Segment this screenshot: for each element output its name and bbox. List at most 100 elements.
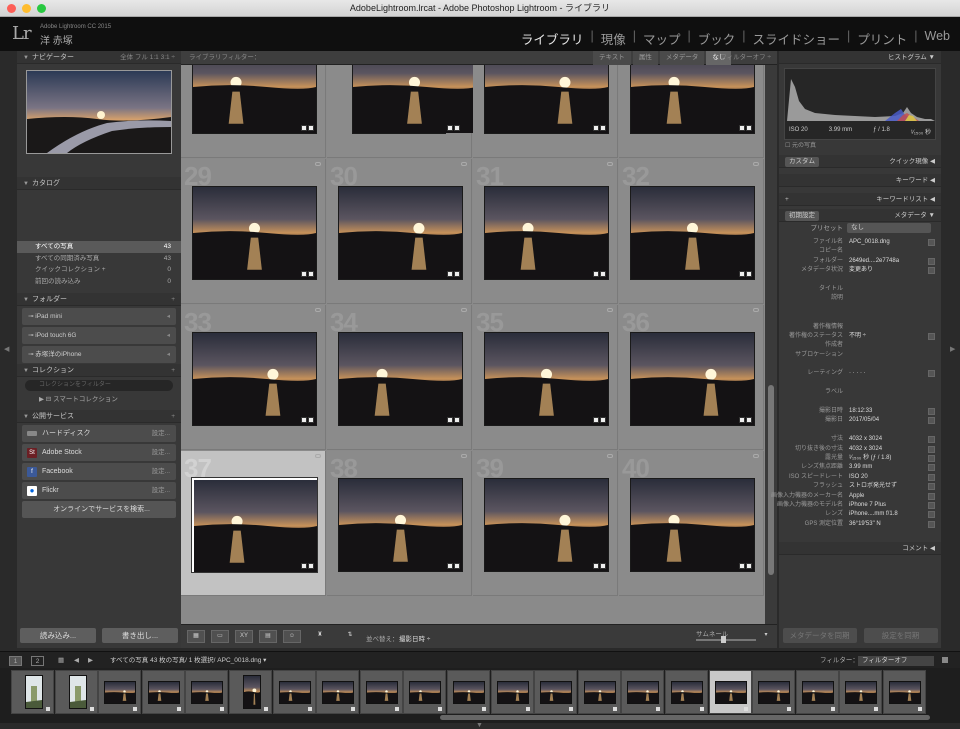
metadata-badge-icons[interactable] — [593, 417, 606, 423]
metadata-row[interactable]: コピー名 — [779, 247, 941, 256]
metadata-badge-icons[interactable] — [301, 563, 314, 569]
module-library[interactable]: ライブラリ — [521, 29, 584, 48]
screen-2-button[interactable]: 2 — [31, 656, 44, 666]
metadata-preset-select[interactable]: なし — [847, 223, 931, 233]
loupe-view-icon[interactable]: ▭ — [211, 630, 229, 643]
metadata-badge-icons[interactable] — [301, 125, 314, 131]
folder-item[interactable]: ⊸ iPad mini ◂ — [22, 308, 176, 325]
filmstrip-item[interactable] — [141, 670, 185, 714]
filmstrip-source-path[interactable]: すべての写真 43 枚の写真/ 1 枚選択/ APC_0018.dng ▾ — [110, 652, 266, 669]
module-develop[interactable]: 現像 — [601, 29, 626, 48]
badge-corner-icon[interactable] — [753, 308, 759, 312]
photo-thumbnail[interactable] — [338, 186, 463, 280]
photo-thumbnail[interactable] — [630, 478, 755, 572]
catalog-item-quick-collection[interactable]: クイックコレクション +0 — [17, 264, 181, 276]
histogram-header[interactable]: ヒストグラム ▼ — [779, 51, 941, 64]
metadata-row[interactable]: ファイル名 APC_0018.dng — [779, 238, 941, 247]
publish-facebook[interactable]: f Facebook 設定... — [22, 463, 176, 480]
module-web[interactable]: Web — [925, 29, 950, 48]
metadata-value[interactable]: ISO 20 — [849, 473, 868, 482]
metadata-row[interactable]: レーティング · · · · · — [779, 369, 941, 378]
metadata-row[interactable]: 画像入力機器のメーカー名 Apple — [771, 492, 941, 501]
grid-cell[interactable]: 32 — [619, 159, 764, 304]
grid-scrollbar-thumb[interactable] — [768, 385, 774, 575]
collections-header[interactable]: ▼ コレクション + — [17, 364, 181, 377]
photo-thumbnail[interactable] — [192, 65, 317, 134]
filmstrip-thumbnail[interactable] — [147, 681, 180, 704]
metadata-row[interactable]: 説明 — [779, 294, 941, 303]
badge-corner-icon[interactable] — [461, 454, 467, 458]
publish-adobe-stock[interactable]: St Adobe Stock 設定... — [22, 444, 176, 461]
add-collection-button[interactable]: + — [171, 364, 175, 377]
maximize-window-button[interactable] — [37, 4, 46, 13]
survey-view-icon[interactable]: ▤ — [259, 630, 277, 643]
original-photo-checkbox[interactable]: ☐ 元の写真 — [779, 140, 941, 152]
smart-collection-item[interactable]: ▶ ⊟ スマートコレクション — [17, 394, 181, 405]
metadata-row[interactable]: ISO スピードレート ISO 20 — [779, 473, 941, 482]
metadata-action-icon[interactable] — [928, 417, 935, 425]
metadata-action-icon[interactable] — [928, 445, 935, 453]
photo-thumbnail[interactable] — [484, 65, 609, 134]
photo-thumbnail[interactable] — [484, 478, 609, 572]
close-window-button[interactable] — [7, 4, 16, 13]
badge-corner-icon[interactable] — [753, 162, 759, 166]
collection-filter-input[interactable]: コレクションをフィルター — [25, 380, 173, 391]
minimize-window-button[interactable] — [22, 4, 31, 13]
metadata-row[interactable]: フラッシュ ストロボ発光せず — [779, 482, 941, 491]
metadata-value[interactable]: 36°19'53" N — [849, 520, 881, 529]
metadata-value[interactable]: 4032 x 3024 — [849, 435, 882, 444]
metadata-row[interactable]: レンズ焦点距離 3.99 mm — [779, 463, 941, 472]
grid-view-icon[interactable]: ▦ — [187, 630, 205, 643]
filmstrip-item[interactable] — [708, 670, 752, 714]
filmstrip-item[interactable] — [185, 670, 229, 714]
folder-item[interactable]: ⊸ 赤塚洋のiPhone ◂ — [22, 346, 176, 363]
filmstrip-thumbnail[interactable] — [104, 681, 137, 704]
metadata-row[interactable]: 寸法 4032 x 3024 — [779, 435, 941, 444]
grid-scrollbar[interactable] — [765, 65, 777, 624]
grid-cell[interactable]: 28 — [619, 65, 764, 158]
photo-thumbnail[interactable] — [338, 478, 463, 572]
metadata-action-icon[interactable] — [928, 454, 935, 462]
module-book[interactable]: ブック — [698, 29, 736, 48]
filmstrip-item[interactable] — [534, 670, 578, 714]
metadata-action-icon[interactable] — [928, 492, 935, 500]
metadata-action-icon[interactable] — [928, 370, 935, 378]
metadata-badge-icons[interactable] — [447, 271, 460, 277]
metadata-action-icon[interactable] — [928, 483, 935, 491]
metadata-row[interactable]: 撮影日 2017/05/04 — [779, 416, 941, 425]
metadata-badge-icons[interactable] — [447, 417, 460, 423]
photo-thumbnail[interactable] — [630, 65, 755, 134]
back-arrow-icon[interactable]: ◀ — [74, 652, 79, 669]
filmstrip-item[interactable] — [98, 670, 142, 714]
metadata-badge-icons[interactable] — [301, 271, 314, 277]
metadata-action-icon[interactable] — [928, 501, 935, 509]
metadata-header[interactable]: 初期設定 メタデータ ▼ — [779, 209, 941, 222]
metadata-row[interactable]: GPS 測定位置 36°19'53" N — [779, 520, 941, 529]
badge-corner-icon[interactable] — [607, 308, 613, 312]
folder-item[interactable]: ⊸ iPod touch 6G ◂ — [22, 327, 176, 344]
badge-corner-icon[interactable] — [315, 454, 321, 458]
sync-settings-button[interactable]: 設定を同期 — [863, 628, 938, 643]
quick-develop-header[interactable]: カスタム クイック現像 ◀ — [779, 155, 941, 168]
filmstrip-thumbnail[interactable] — [540, 681, 573, 704]
photo-thumbnail[interactable] — [192, 332, 317, 426]
metadata-action-icon[interactable] — [928, 332, 935, 340]
thumbnail-size-slider[interactable] — [696, 639, 756, 641]
metadata-value[interactable]: 変更あり — [849, 266, 873, 275]
photo-thumbnail[interactable] — [352, 65, 476, 134]
filter-tab-text[interactable]: テキスト — [593, 51, 631, 65]
publish-services-header[interactable]: ▼ 公開サービス + — [17, 410, 181, 423]
filmstrip-item[interactable] — [490, 670, 534, 714]
compare-view-icon[interactable]: XY — [235, 630, 253, 643]
photo-thumbnail[interactable] — [630, 186, 755, 280]
navigator-preview[interactable] — [26, 70, 172, 154]
badge-corner-icon[interactable] — [607, 162, 613, 166]
badge-corner-icon[interactable] — [315, 308, 321, 312]
folders-header[interactable]: ▼ フォルダー + — [17, 293, 181, 306]
grid-cell[interactable]: 39 — [473, 451, 618, 596]
grid-cell[interactable]: 30 — [327, 159, 472, 304]
metadata-badge-icons[interactable] — [739, 125, 752, 131]
metadata-action-icon[interactable] — [928, 257, 935, 265]
metadata-row[interactable]: 切り抜き後の寸法 4032 x 3024 — [779, 445, 941, 454]
filmstrip-item[interactable] — [54, 670, 98, 714]
